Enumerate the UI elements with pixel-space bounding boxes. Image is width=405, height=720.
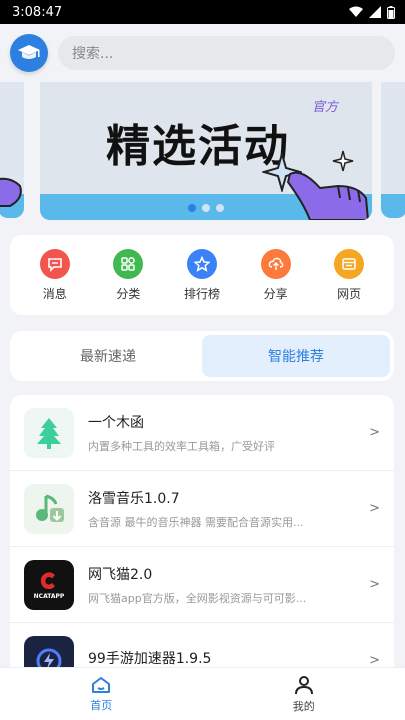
app-icon-text: NCATAPP [33, 592, 65, 600]
banner-carousel[interactable]: 官方 精选活动 [0, 82, 405, 224]
header: 搜索... [0, 24, 405, 82]
banner-slide[interactable]: 官方 精选活动 [40, 82, 372, 220]
web-icon [334, 248, 365, 279]
app-logo[interactable] [10, 34, 48, 72]
graduation-cap-icon [18, 45, 40, 59]
quick-action-label: 排行榜 [183, 286, 220, 301]
home-icon [92, 676, 111, 693]
banner-prev-peek[interactable] [0, 82, 24, 218]
app-desc: 网飞猫app官方版，全网影视资源与可可影... [88, 591, 307, 605]
quick-action-category[interactable]: 分类 [98, 248, 158, 302]
app-list: 一个木函 内置多种工具的效率工具箱，广受好评 > 洛雪音乐1.0.7 含音源 最… [10, 395, 394, 670]
battery-icon [387, 5, 395, 19]
list-item[interactable]: 99手游加速器1.9.5 > [10, 623, 394, 670]
app-name: 一个木函 [88, 414, 144, 431]
app-name: 网飞猫2.0 [88, 566, 153, 583]
carousel-dot[interactable] [188, 204, 196, 212]
app-icon-music [24, 483, 74, 534]
list-item[interactable]: NCATAPP 网飞猫2.0 网飞猫app官方版，全网影视资源与可可影... > [10, 547, 394, 623]
status-icons [349, 5, 395, 19]
quick-action-label: 网页 [337, 286, 362, 301]
search-placeholder: 搜索... [72, 46, 114, 62]
bottom-nav: 首页 我的 [0, 667, 405, 720]
carousel-dot[interactable] [216, 204, 224, 212]
quick-actions: 消息 分类 排行榜 分享 网页 [10, 235, 394, 315]
nav-label: 我的 [292, 699, 315, 713]
status-time: 3:08:47 [12, 4, 63, 20]
app-name: 99手游加速器1.9.5 [88, 650, 212, 667]
message-icon [39, 248, 70, 279]
app-icon-accelerator [24, 635, 74, 670]
status-bar: 3:08:47 [0, 0, 405, 24]
app-icon-ncat: NCATAPP [24, 559, 74, 610]
tab-latest[interactable]: 最新速递 [14, 335, 202, 377]
category-icon [113, 248, 144, 279]
search-input[interactable]: 搜索... [58, 36, 395, 70]
app-desc: 内置多种工具的效率工具箱，广受好评 [88, 439, 275, 453]
app-name: 洛雪音乐1.0.7 [88, 490, 180, 507]
hand-illustration [0, 177, 24, 218]
chevron-right-icon: > [369, 425, 380, 440]
quick-action-label: 分类 [116, 286, 141, 301]
nav-home[interactable]: 首页 [0, 668, 203, 720]
banner-peek-strip [381, 194, 405, 218]
chevron-right-icon: > [369, 501, 380, 516]
wifi-icon [349, 6, 363, 17]
app-desc: 含音源 最牛的音乐神器 需要配合音源实用... [88, 515, 304, 529]
list-item[interactable]: 洛雪音乐1.0.7 含音源 最牛的音乐神器 需要配合音源实用... > [10, 471, 394, 547]
banner-next-peek[interactable] [381, 82, 405, 218]
sparkle-small-illustration [332, 150, 354, 172]
user-icon [294, 675, 313, 694]
chevron-right-icon: > [369, 577, 380, 592]
carousel-dots [40, 204, 372, 212]
carousel-dot[interactable] [202, 204, 210, 212]
star-icon [186, 248, 217, 279]
signal-icon [369, 6, 381, 18]
content-tabs: 最新速递 智能推荐 [10, 331, 394, 381]
nav-label: 首页 [90, 698, 113, 712]
list-item[interactable]: 一个木函 内置多种工具的效率工具箱，广受好评 > [10, 395, 394, 471]
tab-recommended[interactable]: 智能推荐 [202, 335, 390, 377]
banner-tag: 官方 [311, 100, 338, 115]
quick-action-web[interactable]: 网页 [319, 248, 379, 302]
quick-action-label: 消息 [42, 286, 67, 301]
quick-action-ranking[interactable]: 排行榜 [172, 248, 232, 302]
nav-profile[interactable]: 我的 [203, 668, 405, 720]
chevron-right-icon: > [369, 653, 380, 668]
quick-action-message[interactable]: 消息 [25, 248, 85, 302]
quick-action-label: 分享 [263, 286, 288, 301]
upload-icon [260, 248, 291, 279]
quick-action-share[interactable]: 分享 [246, 248, 306, 302]
app-icon-mubox [24, 407, 74, 458]
